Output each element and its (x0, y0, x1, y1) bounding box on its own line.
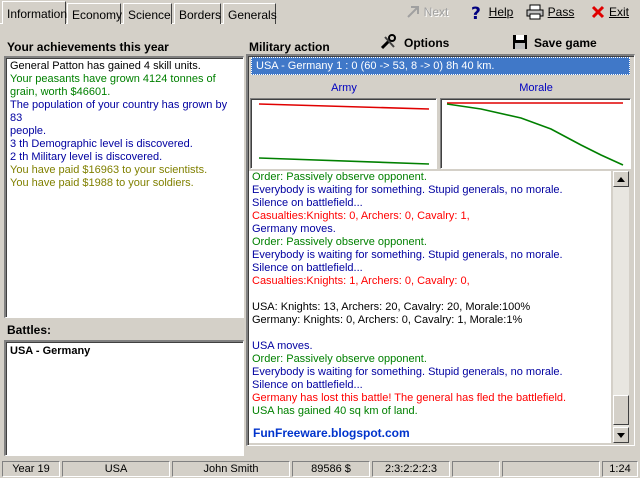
scroll-up-button[interactable] (613, 171, 629, 187)
watermark-text: FunFreeware.blogspot.com (253, 426, 410, 440)
status-field-empty-1 (452, 461, 500, 477)
log-line: USA has gained 40 sq km of land. (252, 405, 418, 417)
help-button[interactable]: ? Help (462, 1, 520, 23)
log-line: Silence on battlefield... (252, 197, 363, 209)
next-button[interactable]: Next (398, 1, 456, 23)
achievements-title: Your achievements this year (7, 40, 169, 54)
status-player: John Smith (172, 461, 290, 477)
options-button[interactable]: Options (380, 33, 450, 53)
status-country: USA (62, 461, 170, 477)
tab-information[interactable]: Information (2, 1, 67, 24)
usa-army-line (258, 103, 430, 110)
help-label: Help (488, 5, 514, 19)
log-line: Germany has lost this battle! The genera… (252, 392, 567, 404)
battle-item-usa-germany[interactable]: USA - Germany (10, 344, 239, 358)
log-line: Germany moves. (252, 223, 336, 235)
log-line: Order: Passively observe opponent. (252, 171, 427, 183)
log-line: Germany: Knights: 0, Archers: 0, Cavalry… (252, 314, 523, 326)
germany-army-line (258, 157, 430, 165)
next-icon (406, 5, 420, 19)
selected-battle-summary[interactable]: USA - Germany 1 : 0 (60 -> 53, 8 -> 0) 8… (251, 57, 630, 75)
tab-generals[interactable]: Generals (223, 3, 277, 24)
options-label: Options (404, 36, 450, 50)
battle-log[interactable]: Order: Passively observe opponent. Everyb… (249, 171, 611, 443)
tab-science[interactable]: Science (123, 3, 172, 24)
achievement-line: 2 th Military level is discovered. (10, 151, 163, 163)
tab-borders[interactable]: Borders (174, 3, 221, 24)
next-label: Next (423, 5, 449, 19)
scroll-thumb[interactable] (613, 395, 629, 425)
army-chart-label: Army (331, 82, 357, 94)
achievement-line: You have paid $16963 to your scientists. (10, 164, 208, 176)
tools-icon (380, 33, 398, 53)
achievements-panel: General Patton has gained 4 skill units.… (4, 56, 244, 318)
exit-button[interactable]: Exit (584, 1, 636, 23)
germany-morale-line (446, 103, 624, 166)
svg-text:?: ? (471, 4, 481, 21)
status-year: Year 19 (2, 461, 60, 477)
save-game-button[interactable]: Save game (512, 34, 597, 52)
army-chart (250, 98, 437, 169)
printer-icon (526, 4, 544, 20)
log-line: Everybody is waiting for something. Stup… (252, 184, 563, 196)
log-line: USA: Knights: 13, Archers: 20, Cavalry: … (252, 301, 531, 313)
log-line: Everybody is waiting for something. Stup… (252, 366, 563, 378)
log-line: USA moves. (252, 340, 313, 352)
achievements-list: General Patton has gained 4 skill units.… (10, 60, 239, 190)
morale-chart (440, 98, 631, 169)
battles-panel: USA - Germany (4, 340, 244, 456)
status-field-empty-2 (502, 461, 600, 477)
log-line: Silence on battlefield... (252, 262, 363, 274)
log-line: Casualties:Knights: 1, Archers: 0, Caval… (252, 275, 470, 287)
achievement-line: You have paid $1988 to your soldiers. (10, 177, 194, 189)
achievement-line: The population of your country has grown… (10, 99, 228, 124)
achievement-line: 3 th Demographic level is discovered. (10, 138, 193, 150)
exit-label: Exit (608, 5, 629, 19)
military-action-title: Military action (249, 40, 330, 54)
scroll-down-button[interactable] (613, 427, 629, 443)
log-line: Casualties:Knights: 0, Archers: 0, Caval… (252, 210, 470, 222)
floppy-disk-icon (512, 34, 528, 53)
status-time: 1:24 (602, 461, 638, 477)
achievement-line: General Patton has gained 4 skill units. (10, 60, 201, 72)
achievement-line: Your peasants have grown 4124 tonnes of (10, 73, 216, 85)
battle-log-lines: Order: Passively observe opponent. Everyb… (252, 171, 608, 418)
achievement-line: grain, worth $46601. (10, 86, 111, 98)
status-money: 89586 $ (292, 461, 370, 477)
log-line: Silence on battlefield... (252, 379, 363, 391)
tab-economy[interactable]: Economy (67, 3, 122, 24)
log-scrollbar[interactable] (613, 171, 629, 443)
log-line: Order: Passively observe opponent. (252, 236, 427, 248)
pass-button[interactable]: Pass (524, 1, 576, 23)
close-icon (591, 5, 605, 19)
save-game-label: Save game (534, 36, 597, 50)
status-ratio: 2:3:2:2:2:3 (372, 461, 450, 477)
morale-chart-label: Morale (519, 82, 553, 94)
battles-title: Battles: (7, 323, 52, 337)
log-line: Order: Passively observe opponent. (252, 353, 427, 365)
help-icon: ? (469, 3, 485, 21)
log-line: Everybody is waiting for something. Stup… (252, 249, 563, 261)
achievement-line: people. (10, 125, 47, 137)
pass-label: Pass (547, 5, 575, 19)
